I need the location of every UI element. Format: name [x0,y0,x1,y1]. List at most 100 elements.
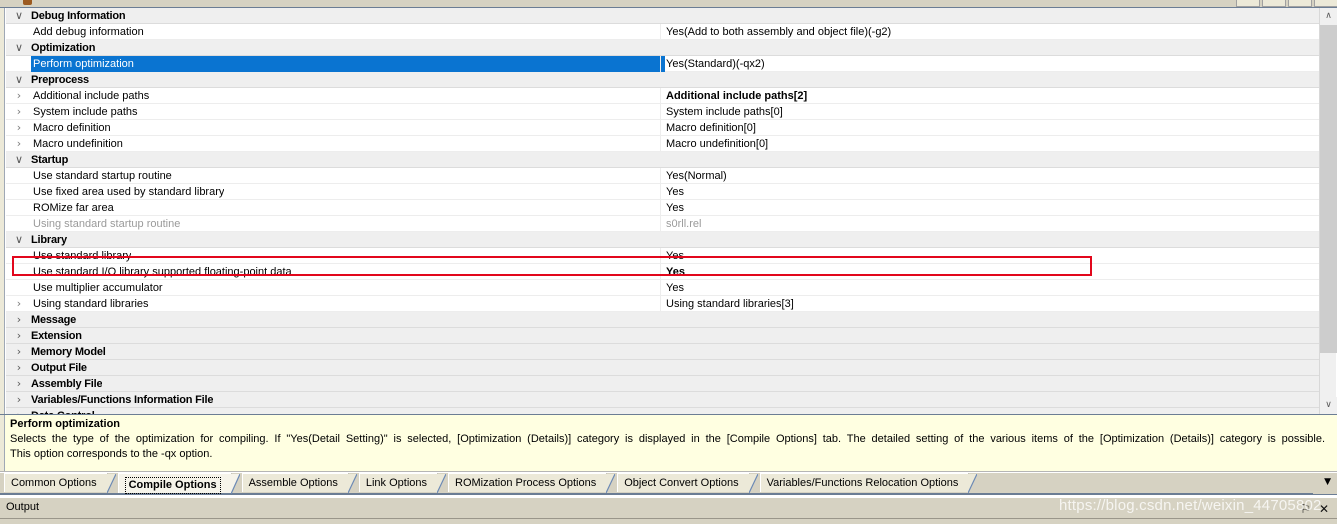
tab-compile-options[interactable]: Compile Options [117,473,240,494]
property-category-row[interactable]: › Message [6,312,1319,328]
tab-link-options[interactable]: Link Options [358,473,447,493]
tab-slash-icon [968,474,978,493]
chevron-right-icon[interactable]: › [12,328,26,344]
property-name: Memory Model [31,346,106,358]
property-row[interactable]: ROMize far area Yes [6,200,1319,216]
property-value[interactable]: Yes [666,280,684,296]
property-row[interactable]: Use multiplier accumulator Yes [6,280,1319,296]
row-twisty-icon [12,184,26,200]
property-name: System include paths [33,106,138,118]
property-value[interactable]: Yes [666,200,684,216]
property-row[interactable]: › Macro undefinition Macro undefinition[… [6,136,1319,152]
chevron-right-icon[interactable]: › [12,296,26,312]
chevron-right-icon[interactable]: › [12,360,26,376]
tab-label: Common Options [11,477,97,489]
chevron-down-icon[interactable]: ∨ [12,152,26,168]
tab-object-convert-options[interactable]: Object Convert Options [617,473,758,493]
property-row[interactable]: Use standard startup routine Yes(Normal) [6,168,1319,184]
property-category-row[interactable]: ∨ Startup [6,152,1319,168]
property-name: Use multiplier accumulator [33,282,163,294]
property-value[interactable]: Yes(Add to both assembly and object file… [666,24,891,40]
property-row[interactable]: Use standard library Yes [6,248,1319,264]
property-value[interactable]: Yes [666,184,684,200]
description-pane: Perform optimization Selects the type of… [0,415,1337,472]
property-category-row[interactable]: ∨ Preprocess [6,72,1319,88]
property-category-row[interactable]: › Variables/Functions Information File [6,392,1319,408]
property-value[interactable]: Additional include paths[2] [666,88,807,104]
tab-common-options[interactable]: Common Options [4,473,116,493]
property-name: Macro undefinition [33,138,123,150]
property-row[interactable]: Add debug information Yes(Add to both as… [6,24,1319,40]
property-row-selected[interactable]: Perform optimization Yes(Standard)(-qx2) [6,56,1319,72]
property-category-row[interactable]: › Assembly File [6,376,1319,392]
property-category-row[interactable]: › Extension [6,328,1319,344]
minimize-button[interactable] [1236,0,1260,7]
property-value[interactable]: Yes [666,264,685,280]
description-title: Perform optimization [10,418,121,430]
tab-label: Link Options [365,477,428,489]
property-category-row[interactable]: ∨ Library [6,232,1319,248]
row-twisty-icon [12,56,26,72]
property-row[interactable]: › Using standard libraries Using standar… [6,296,1319,312]
property-category-row[interactable]: › Output File [6,360,1319,376]
property-row[interactable]: › System include paths System include pa… [6,104,1319,120]
property-value[interactable]: Macro definition[0] [666,120,756,136]
chevron-down-icon[interactable]: ∨ [12,8,26,24]
property-value[interactable]: Yes [666,248,684,264]
property-row[interactable]: Using standard startup routine s0rll.rel [6,216,1319,232]
property-row[interactable]: › Macro definition Macro definition[0] [6,120,1319,136]
chevron-right-icon[interactable]: › [12,312,26,328]
chevron-down-icon[interactable]: ∨ [12,40,26,56]
property-value: s0rll.rel [666,218,702,230]
property-value[interactable]: Yes(Normal) [666,168,727,184]
property-name: Additional include paths [33,90,150,102]
pin-icon[interactable]: ⚐ [1300,503,1311,515]
tab-assemble-options[interactable]: Assemble Options [241,473,358,493]
chevron-right-icon[interactable]: › [12,120,26,136]
property-value[interactable]: Using standard libraries[3] [666,296,794,312]
restore-button[interactable] [1288,0,1312,7]
chevron-right-icon[interactable]: › [12,88,26,104]
chevron-right-icon[interactable]: › [12,392,26,408]
chevron-down-icon[interactable]: ∨ [12,72,26,88]
property-grid-rows[interactable]: ∨ Debug Information Add debug informatio… [6,8,1319,414]
property-category-row[interactable]: ∨ Optimization [6,40,1319,56]
row-twisty-icon [12,200,26,216]
close-button[interactable] [1314,0,1337,7]
property-category-row[interactable]: › Data Control [6,408,1319,414]
chevron-down-icon[interactable]: ∨ [12,232,26,248]
app-icon [23,0,32,5]
property-name: Use standard I/O library supported float… [33,266,292,278]
scrollbar-thumb[interactable] [1320,25,1337,353]
property-value[interactable]: Macro undefinition[0] [666,136,768,152]
property-value[interactable]: Yes(Standard)(-qx2) [666,56,765,72]
tab-slash-icon [106,474,116,493]
row-twisty-icon [12,216,26,232]
property-category-row[interactable]: › Memory Model [6,344,1319,360]
scroll-up-arrow-icon[interactable]: ∧ [1320,8,1337,25]
tab-romization-process-options[interactable]: ROMization Process Options [448,473,616,493]
property-value[interactable]: System include paths[0] [666,104,783,120]
chevron-right-icon[interactable]: › [12,136,26,152]
close-icon[interactable]: ✕ [1319,503,1329,515]
chevron-down-icon[interactable]: ▼ [1324,477,1331,487]
tab-label: Object Convert Options [624,477,739,489]
property-category-row[interactable]: ∨ Debug Information [6,8,1319,24]
property-name: Optimization [31,42,96,54]
output-panel-bar: Output ⚐ ✕ [0,497,1337,524]
chevron-right-icon[interactable]: › [12,104,26,120]
chevron-right-icon[interactable]: › [12,376,26,392]
scroll-down-arrow-icon[interactable]: ∨ [1320,397,1337,414]
maximize-button[interactable] [1262,0,1286,7]
property-row[interactable]: › Additional include paths Additional in… [6,88,1319,104]
property-row[interactable]: Use fixed area used by standard library … [6,184,1319,200]
property-row-floating-point-io[interactable]: Use standard I/O library supported float… [6,264,1319,280]
tab-slash-icon [437,474,447,493]
tab-variables-functions-relocation-options[interactable]: Variables/Functions Relocation Options [759,473,978,493]
property-name: Macro definition [33,122,111,134]
property-name: Data Control [31,408,95,414]
chevron-right-icon[interactable]: › [12,344,26,360]
property-name: Preprocess [31,74,89,86]
vertical-scrollbar[interactable]: ∧ ∨ [1319,8,1337,414]
chevron-right-icon[interactable]: › [12,408,26,414]
